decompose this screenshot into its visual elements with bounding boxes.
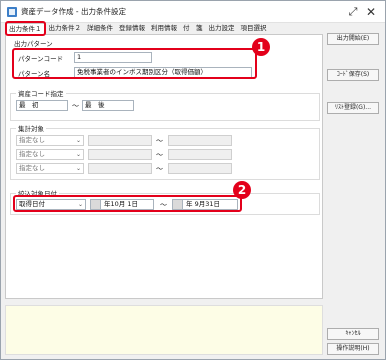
expand-icon[interactable]: ⤢ (345, 4, 361, 20)
aggregation-select-2-value: 指定なし (19, 150, 45, 158)
app-icon (7, 7, 17, 17)
title-bar: 資産データ作成 - 出力条件設定 ⤢ ✕ (1, 1, 385, 23)
start-output-button[interactable]: 出力開始(E) (327, 33, 379, 45)
aggregation-to-input-2[interactable] (168, 149, 232, 160)
aggregation-tilde-3: ～ (156, 165, 163, 173)
aggregation-group-label: 集計対象 (16, 123, 46, 133)
aggregation-select-1[interactable]: 指定なし ⌄ (16, 135, 84, 146)
highlight-tab-output-condition-1 (5, 21, 46, 36)
aggregation-from-input-1[interactable] (88, 135, 152, 146)
asset-code-tilde: ～ (72, 102, 79, 110)
highlight-narrowing-date (13, 195, 242, 212)
aggregation-select-3[interactable]: 指定なし ⌄ (16, 163, 84, 174)
aggregation-select-1-value: 指定なし (19, 136, 45, 144)
aggregation-from-input-2[interactable] (88, 149, 152, 160)
asset-code-group-label: 資産コード指定 (16, 88, 66, 98)
help-button[interactable]: 操作説明(H) (327, 343, 379, 355)
highlight-output-pattern (12, 48, 257, 79)
asset-code-to-input[interactable]: 最 後 (82, 100, 134, 111)
aggregation-select-3-value: 指定なし (19, 164, 45, 172)
chevron-down-icon: ⌄ (75, 165, 81, 172)
chevron-down-icon: ⌄ (75, 137, 81, 144)
cancel-button[interactable]: ｷｬﾝｾﾙ (327, 328, 379, 340)
aggregation-tilde-2: ～ (156, 151, 163, 159)
close-icon[interactable]: ✕ (363, 4, 379, 20)
annotation-badge-2: 2 (233, 181, 251, 199)
aggregation-select-2[interactable]: 指定なし ⌄ (16, 149, 84, 160)
save-code-button[interactable]: ｺｰﾄﾞ保存(S) (327, 69, 379, 81)
output-pattern-group-label: 出力パターン (14, 40, 53, 48)
dialog-window: 資産データ作成 - 出力条件設定 ⤢ ✕ 出力条件１ 出力条件２ 詳細条件 登録… (0, 0, 386, 360)
aggregation-to-input-1[interactable] (168, 135, 232, 146)
aggregation-to-input-3[interactable] (168, 163, 232, 174)
aggregation-tilde-1: ～ (156, 137, 163, 145)
list-register-button[interactable]: ﾘｽﾄ登録(G)... (327, 102, 379, 114)
aggregation-from-input-3[interactable] (88, 163, 152, 174)
annotation-badge-1: 1 (252, 38, 270, 56)
chevron-down-icon: ⌄ (75, 151, 81, 158)
window-title: 資産データ作成 - 出力条件設定 (21, 7, 126, 16)
asset-code-from-input[interactable]: 最 初 (16, 100, 68, 111)
message-area (5, 305, 323, 355)
